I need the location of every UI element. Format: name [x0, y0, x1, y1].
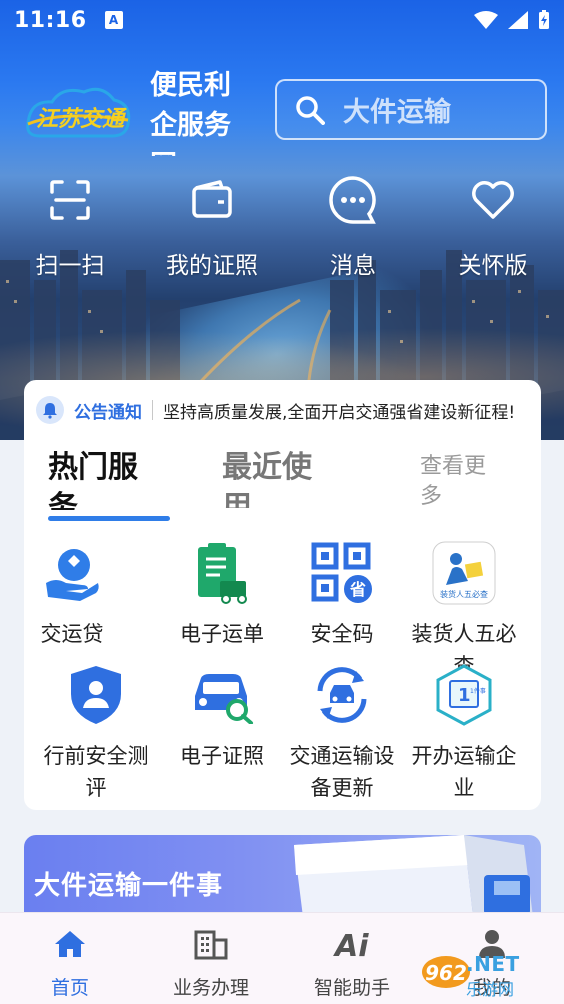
scan-icon: [50, 180, 90, 220]
shipper-check-caption: 装货人五必查: [440, 589, 488, 599]
equipment-update-icon: [317, 667, 367, 723]
quick-action-my-license[interactable]: 我的证照: [147, 170, 277, 280]
signal-icon: [508, 11, 528, 29]
nav-label: 业务办理: [172, 977, 249, 999]
loan-icon: [46, 549, 99, 601]
service-label: 开办运输企业: [411, 744, 517, 800]
service-equipment-update[interactable]: 交通运输设备更新: [282, 662, 402, 804]
watermark-name: 乐游网: [466, 980, 515, 999]
watermark-url: .NET: [466, 952, 520, 976]
heart-icon: [472, 181, 514, 219]
search-placeholder: 大件运输: [343, 97, 451, 128]
quick-action-messages[interactable]: 消息: [288, 170, 418, 280]
nav-business[interactable]: 业务办理: [151, 927, 271, 1000]
app-title: 便民利企服务网: [150, 70, 231, 156]
service-jiaoyundai[interactable]: 交运贷: [12, 540, 132, 682]
site-watermark: 962 .NET 乐游网: [420, 946, 564, 1004]
announcement-tag: 公告通知: [74, 402, 142, 423]
open-business-icon: 1 1件事: [436, 664, 492, 726]
tab-recent-used[interactable]: 最近使用: [222, 448, 322, 508]
quick-action-label: 我的证照: [166, 253, 258, 279]
nav-home[interactable]: 首页: [10, 927, 130, 1000]
svg-text:1: 1: [458, 685, 471, 706]
notification-a-icon: A: [104, 11, 123, 29]
service-safety-code[interactable]: 省 安全码: [282, 540, 402, 682]
wallet-icon: [192, 180, 232, 218]
svg-text:Ai: Ai: [333, 929, 369, 960]
nav-ai-assistant[interactable]: Ai 智能助手: [292, 927, 412, 1000]
quick-action-label: 消息: [330, 253, 376, 279]
quick-actions: 扫一扫 我的证照 消息 关怀版: [0, 170, 564, 290]
battery-icon: [539, 10, 549, 29]
wifi-icon: [474, 11, 498, 29]
search-icon: [296, 95, 325, 125]
quick-action-care-mode[interactable]: 关怀版: [428, 170, 558, 280]
e-waybill-icon: [198, 543, 247, 604]
open-business-caption: 1件事: [470, 687, 486, 695]
service-shipper-check[interactable]: 装货人五必查 装货人五必查: [404, 540, 524, 682]
service-e-license[interactable]: 电子证照: [162, 662, 282, 804]
building-icon: [194, 930, 228, 960]
banner-title: 大件运输一件事: [34, 871, 224, 901]
announcement-divider: [152, 400, 153, 420]
message-icon: [329, 176, 376, 224]
service-label: 交通运输设备更新: [289, 744, 395, 800]
nav-label: 首页: [50, 977, 89, 999]
tab-hot-services[interactable]: 热门服务: [48, 448, 158, 510]
svg-text:省: 省: [349, 580, 366, 599]
service-e-waybill[interactable]: 电子运单: [162, 540, 282, 682]
quick-action-label: 扫一扫: [35, 253, 105, 279]
search-box[interactable]: 大件运输: [275, 79, 547, 140]
announcement-text: 坚持高质量发展,全面开启交通强省建设新征程!: [163, 402, 516, 423]
jiangsu-transport-logo: 江苏交通: [26, 87, 131, 138]
services-card: 公告通知 坚持高质量发展,全面开启交通强省建设新征程! 热门服务 最近使用 查看…: [24, 380, 541, 810]
service-open-business[interactable]: 1 1件事 开办运输企业: [404, 662, 524, 804]
service-tabs: 热门服务 最近使用 查看更多: [24, 448, 541, 521]
home-icon: [55, 931, 85, 957]
shipper-check-icon: 装货人五必查: [432, 541, 496, 605]
quick-action-scan[interactable]: 扫一扫: [5, 170, 135, 280]
watermark-badge-text: 962: [425, 961, 467, 985]
view-more-link[interactable]: 查看更多: [420, 452, 500, 512]
quick-action-label: 关怀版: [458, 253, 528, 279]
service-label: 电子证照: [180, 744, 264, 768]
nav-label: 智能助手: [313, 977, 390, 999]
logo-text: 江苏交通: [36, 106, 128, 132]
safety-qr-icon: 省: [311, 542, 374, 605]
service-pre-trip-safety[interactable]: 行前安全测评: [36, 662, 156, 804]
e-license-icon: [195, 674, 253, 724]
pre-trip-safety-icon: [71, 666, 121, 724]
announcement-bar[interactable]: 公告通知 坚持高质量发展,全面开启交通强省建设新征程!: [24, 380, 541, 440]
active-tab-indicator: [48, 516, 170, 521]
ai-icon: Ai: [333, 929, 369, 960]
service-label: 行前安全测评: [43, 744, 149, 800]
bell-icon: [36, 396, 64, 424]
status-time: 11:16: [14, 7, 87, 33]
status-bar: 11:16 A: [0, 0, 564, 40]
